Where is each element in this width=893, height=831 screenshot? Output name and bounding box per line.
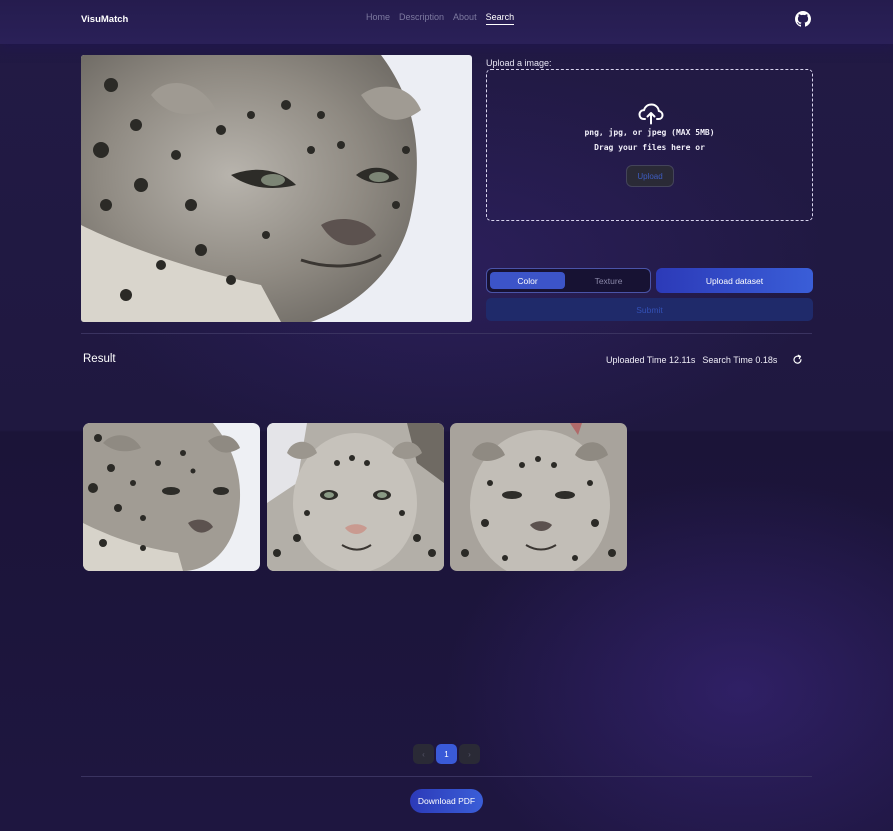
- navbar: VisuMatch Home Description About Search: [0, 0, 893, 44]
- toggle-color[interactable]: Color: [490, 272, 565, 289]
- uploaded-time: Uploaded Time 12.11s: [606, 355, 696, 365]
- pagination: ‹ 1 ›: [413, 744, 480, 764]
- timing-info: Uploaded Time 12.11s Search Time 0.18s: [606, 355, 777, 365]
- upload-dropzone[interactable]: png, jpg, or jpeg (MAX 5MB) Drag your fi…: [486, 69, 813, 221]
- download-pdf-button[interactable]: Download PDF: [410, 789, 483, 813]
- submit-button[interactable]: Submit: [486, 298, 813, 321]
- result-title: Result: [83, 353, 116, 365]
- section-divider: [81, 333, 812, 334]
- prev-page-button[interactable]: ‹: [413, 744, 434, 764]
- upload-dataset-button[interactable]: Upload dataset: [656, 268, 813, 293]
- page-1-button[interactable]: 1: [436, 744, 457, 764]
- result-image-1[interactable]: [83, 423, 260, 571]
- toggle-texture[interactable]: Texture: [571, 272, 646, 289]
- search-time: Search Time 0.18s: [702, 355, 778, 365]
- upload-formats: png, jpg, or jpeg (MAX 5MB): [584, 128, 715, 137]
- upload-button[interactable]: Upload: [626, 165, 674, 187]
- nav-home[interactable]: Home: [366, 12, 390, 25]
- brand-logo[interactable]: VisuMatch: [81, 14, 128, 25]
- nav-about[interactable]: About: [453, 12, 477, 25]
- result-image-2[interactable]: [267, 423, 444, 571]
- nav-links: Home Description About Search: [366, 12, 515, 25]
- feature-toggle: Color Texture: [486, 268, 651, 293]
- refresh-icon[interactable]: [792, 354, 803, 365]
- result-image-3[interactable]: [450, 423, 627, 571]
- upload-label: Upload a image:: [486, 58, 552, 68]
- upload-hint: Drag your files here or: [594, 143, 705, 152]
- github-icon[interactable]: [795, 11, 811, 27]
- cloud-upload-icon: [638, 103, 664, 125]
- nav-description[interactable]: Description: [399, 12, 444, 25]
- nav-search[interactable]: Search: [485, 12, 515, 25]
- next-page-button[interactable]: ›: [459, 744, 480, 764]
- footer-divider: [81, 776, 812, 777]
- query-image: [81, 55, 472, 322]
